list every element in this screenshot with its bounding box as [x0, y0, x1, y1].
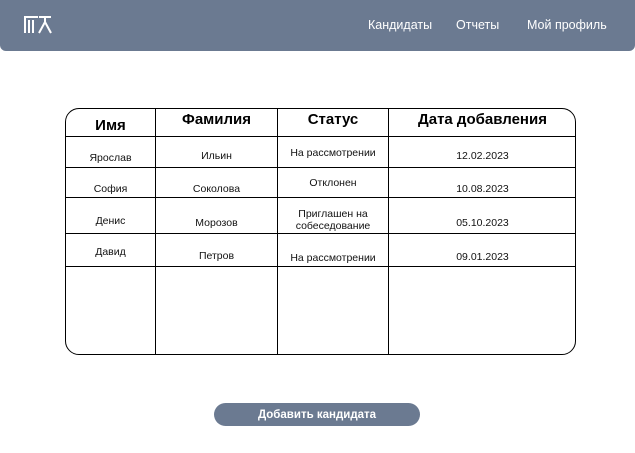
cell-last-name: Морозов [195, 217, 238, 229]
cell-status: На рассмотрении [290, 147, 376, 159]
add-candidate-button[interactable]: Добавить кандидата [214, 403, 420, 426]
nav-link-candidates[interactable]: Кандидаты [368, 17, 432, 33]
nav-link-reports[interactable]: Отчеты [456, 17, 499, 33]
cell-date-added: 10.08.2023 [456, 183, 509, 195]
top-nav-bar: Кандидаты Отчеты Мой профиль [0, 0, 635, 51]
cell-status: На рассмотрении [290, 252, 376, 264]
cell-first-name: Ярослав [89, 152, 132, 164]
cell-first-name: Давид [95, 246, 126, 258]
cell-last-name: Соколова [192, 183, 241, 195]
column-divider [388, 108, 389, 355]
row-divider [66, 266, 575, 267]
cell-date-added: 05.10.2023 [456, 217, 509, 229]
cell-last-name: Петров [198, 250, 235, 262]
cell-status: Отклонен [309, 177, 357, 189]
row-divider [66, 233, 575, 234]
row-divider [66, 197, 575, 198]
app-logo-icon[interactable] [24, 15, 52, 35]
cell-date-added: 12.02.2023 [456, 150, 509, 162]
column-divider [277, 108, 278, 355]
nav-link-profile[interactable]: Мой профиль [527, 17, 607, 33]
column-header-status[interactable]: Статус [278, 111, 388, 129]
cell-first-name: Денис [95, 215, 126, 227]
column-divider [155, 108, 156, 355]
cell-status: Приглашен на собеседование [295, 208, 371, 232]
cell-last-name: Ильин [201, 150, 232, 162]
cell-date-added: 09.01.2023 [456, 251, 509, 263]
row-divider [66, 136, 575, 137]
column-header-date-added[interactable]: Дата добавления [389, 111, 576, 129]
column-header-last-name[interactable]: Фамилия [156, 111, 277, 129]
column-header-first-name[interactable]: Имя [66, 117, 155, 135]
cell-first-name: София [93, 183, 128, 195]
row-divider [66, 167, 575, 168]
